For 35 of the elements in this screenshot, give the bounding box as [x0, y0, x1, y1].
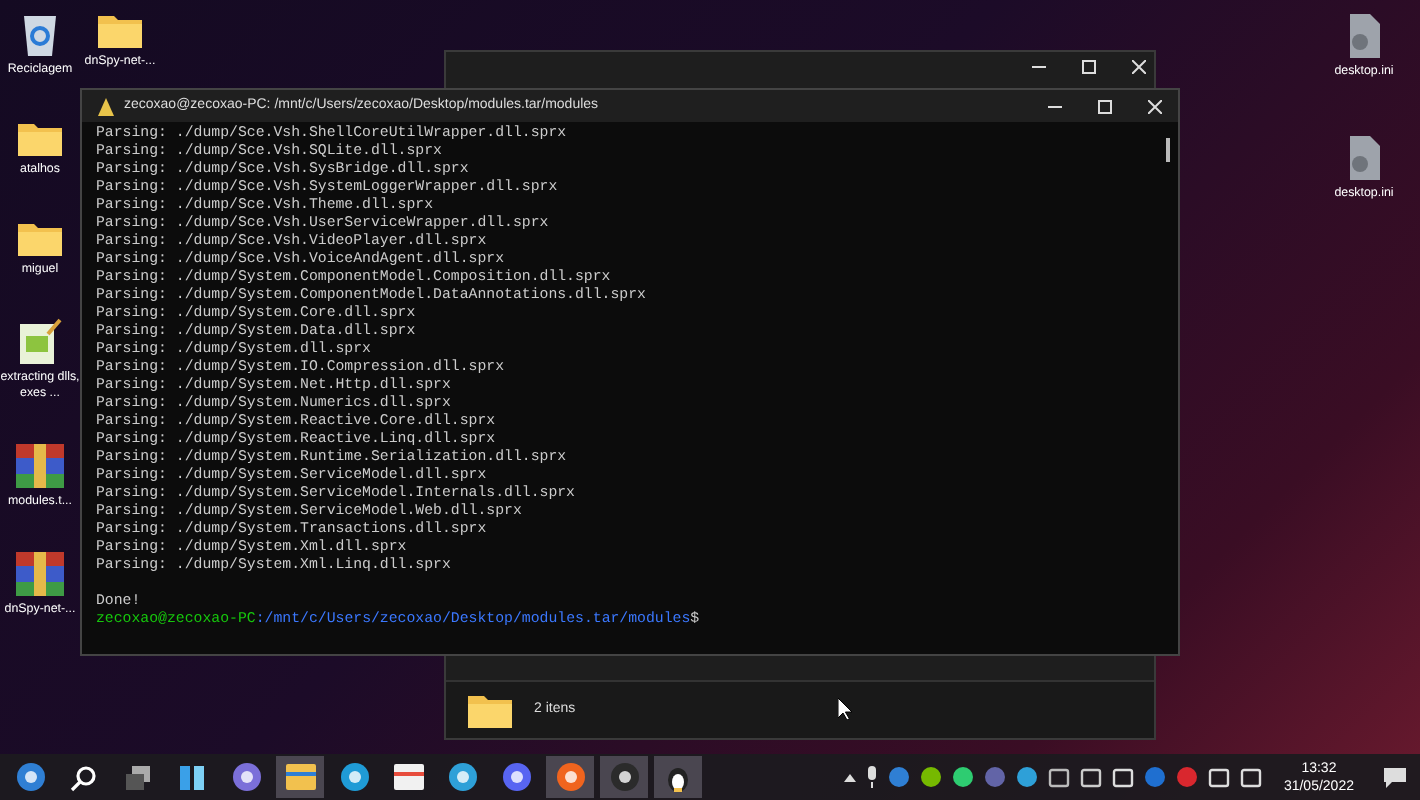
start-orb-icon — [15, 762, 45, 792]
tray-app-icon[interactable] — [951, 766, 974, 788]
close-icon[interactable] — [1132, 60, 1146, 74]
folder-icon — [16, 218, 64, 258]
script-file-icon — [16, 318, 64, 366]
taskbar-button[interactable] — [654, 756, 702, 798]
maximize-icon[interactable] — [1098, 99, 1112, 113]
search-icon — [70, 763, 98, 791]
maximize-icon[interactable] — [1082, 60, 1096, 74]
settings-file-icon — [1344, 12, 1384, 60]
widgets-icon — [178, 763, 206, 791]
tray-app-icon[interactable] — [919, 766, 942, 788]
minimize-icon[interactable] — [1032, 60, 1046, 74]
recycle-bin-icon — [20, 10, 60, 58]
folder-icon — [285, 764, 315, 790]
tray-app-icon[interactable] — [1175, 766, 1198, 788]
record-icon — [609, 762, 639, 792]
scrollbar-thumb[interactable] — [1166, 138, 1170, 162]
task-view-icon — [124, 763, 152, 791]
settings-file-icon — [1344, 134, 1384, 182]
microphone-icon[interactable] — [865, 766, 878, 788]
archive-icon — [14, 550, 66, 598]
tray-app-icon[interactable] — [887, 766, 910, 788]
tray-app-icon[interactable] — [1015, 766, 1038, 788]
mouse-cursor-icon — [838, 698, 852, 720]
notification-icon[interactable] — [1384, 767, 1406, 787]
tray-app-icon[interactable] — [1143, 766, 1166, 788]
folder-icon — [96, 10, 144, 50]
folder-icon — [466, 690, 514, 730]
chevron-up-icon[interactable] — [843, 772, 856, 782]
taskbar-button[interactable] — [600, 756, 648, 798]
taskbar-button[interactable] — [546, 756, 594, 798]
archive-icon — [14, 442, 66, 490]
close-icon[interactable] — [1148, 99, 1162, 113]
folder-icon — [16, 118, 64, 158]
